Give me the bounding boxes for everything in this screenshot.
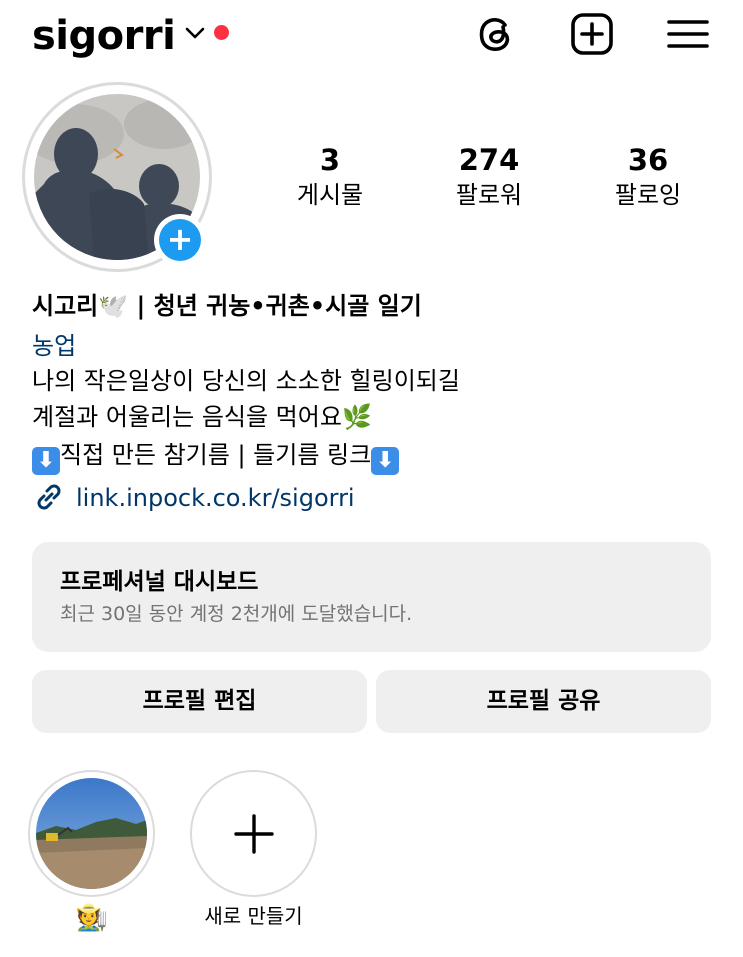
chevron-down-icon[interactable]: [184, 22, 206, 44]
professional-dashboard[interactable]: 프로페셔널 대시보드 최근 30일 동안 계정 2천개에 도달했습니다.: [32, 542, 711, 652]
stat-followers[interactable]: 274 팔로워: [419, 140, 559, 210]
stat-followers-label: 팔로워: [455, 181, 523, 209]
bio-category: 농업: [32, 332, 77, 360]
plus-icon: +: [159, 219, 201, 261]
down-arrow-icon: ⬇: [371, 447, 400, 475]
bio-name-text: 시고리: [32, 292, 99, 320]
bio-name: 시고리🕊️ | 청년 귀농•귀촌•시골 일기: [32, 288, 422, 324]
stat-followers-count: 274: [458, 143, 520, 177]
new-highlight-label: 새로 만들기: [204, 904, 303, 928]
farmer-icon: 🧑‍🌾: [75, 903, 109, 933]
herb-icon: 🌿: [341, 403, 372, 431]
threads-icon[interactable]: [472, 10, 520, 58]
bio-line-2-text: 계절과 어울리는 음식을 먹어요: [32, 403, 342, 431]
bio-line-1: 나의 작은일상이 당신의 소소한 힐링이되길: [32, 367, 460, 395]
add-story-button[interactable]: +: [154, 214, 206, 266]
bio-line-2: 계절과 어울리는 음식을 먹어요🌿: [32, 399, 372, 435]
bio-link[interactable]: link.inpock.co.kr/sigorri: [32, 480, 355, 516]
stat-posts-label: 게시물: [296, 181, 364, 209]
stat-following-label: 팔로잉: [614, 181, 682, 209]
stat-posts-count: 3: [319, 143, 341, 177]
menu-icon[interactable]: [664, 10, 712, 58]
add-post-icon[interactable]: [568, 10, 616, 58]
notification-dot: [214, 25, 229, 40]
dashboard-title: 프로페셔널 대시보드: [60, 569, 259, 595]
highlight-thumbnail[interactable]: [36, 778, 147, 889]
plus-icon: [234, 814, 274, 854]
edit-profile-button[interactable]: 프로필 편집: [32, 670, 367, 733]
share-profile-button[interactable]: 프로필 공유: [376, 670, 711, 733]
bio-link-text: link.inpock.co.kr/sigorri: [76, 484, 355, 512]
new-highlight-button[interactable]: [190, 770, 317, 897]
dashboard-subtitle: 최근 30일 동안 계정 2천개에 도달했습니다.: [60, 603, 413, 625]
bio-line-3-text: 직접 만든 참기름 | 들기름 링크: [60, 441, 372, 469]
bio-name-rest: | 청년 귀농•귀촌•시골 일기: [136, 292, 422, 320]
stat-following[interactable]: 36 팔로잉: [578, 140, 718, 210]
stat-posts[interactable]: 3 게시물: [260, 140, 400, 210]
profile-username[interactable]: sigorri: [32, 8, 176, 64]
stat-following-count: 36: [627, 143, 669, 177]
bio-line-3: ⬇ 직접 만든 참기름 | 들기름 링크 ⬇: [32, 437, 400, 475]
link-icon: [37, 484, 61, 510]
dove-icon: 🕊️: [98, 292, 129, 320]
down-arrow-icon: ⬇: [32, 447, 60, 475]
